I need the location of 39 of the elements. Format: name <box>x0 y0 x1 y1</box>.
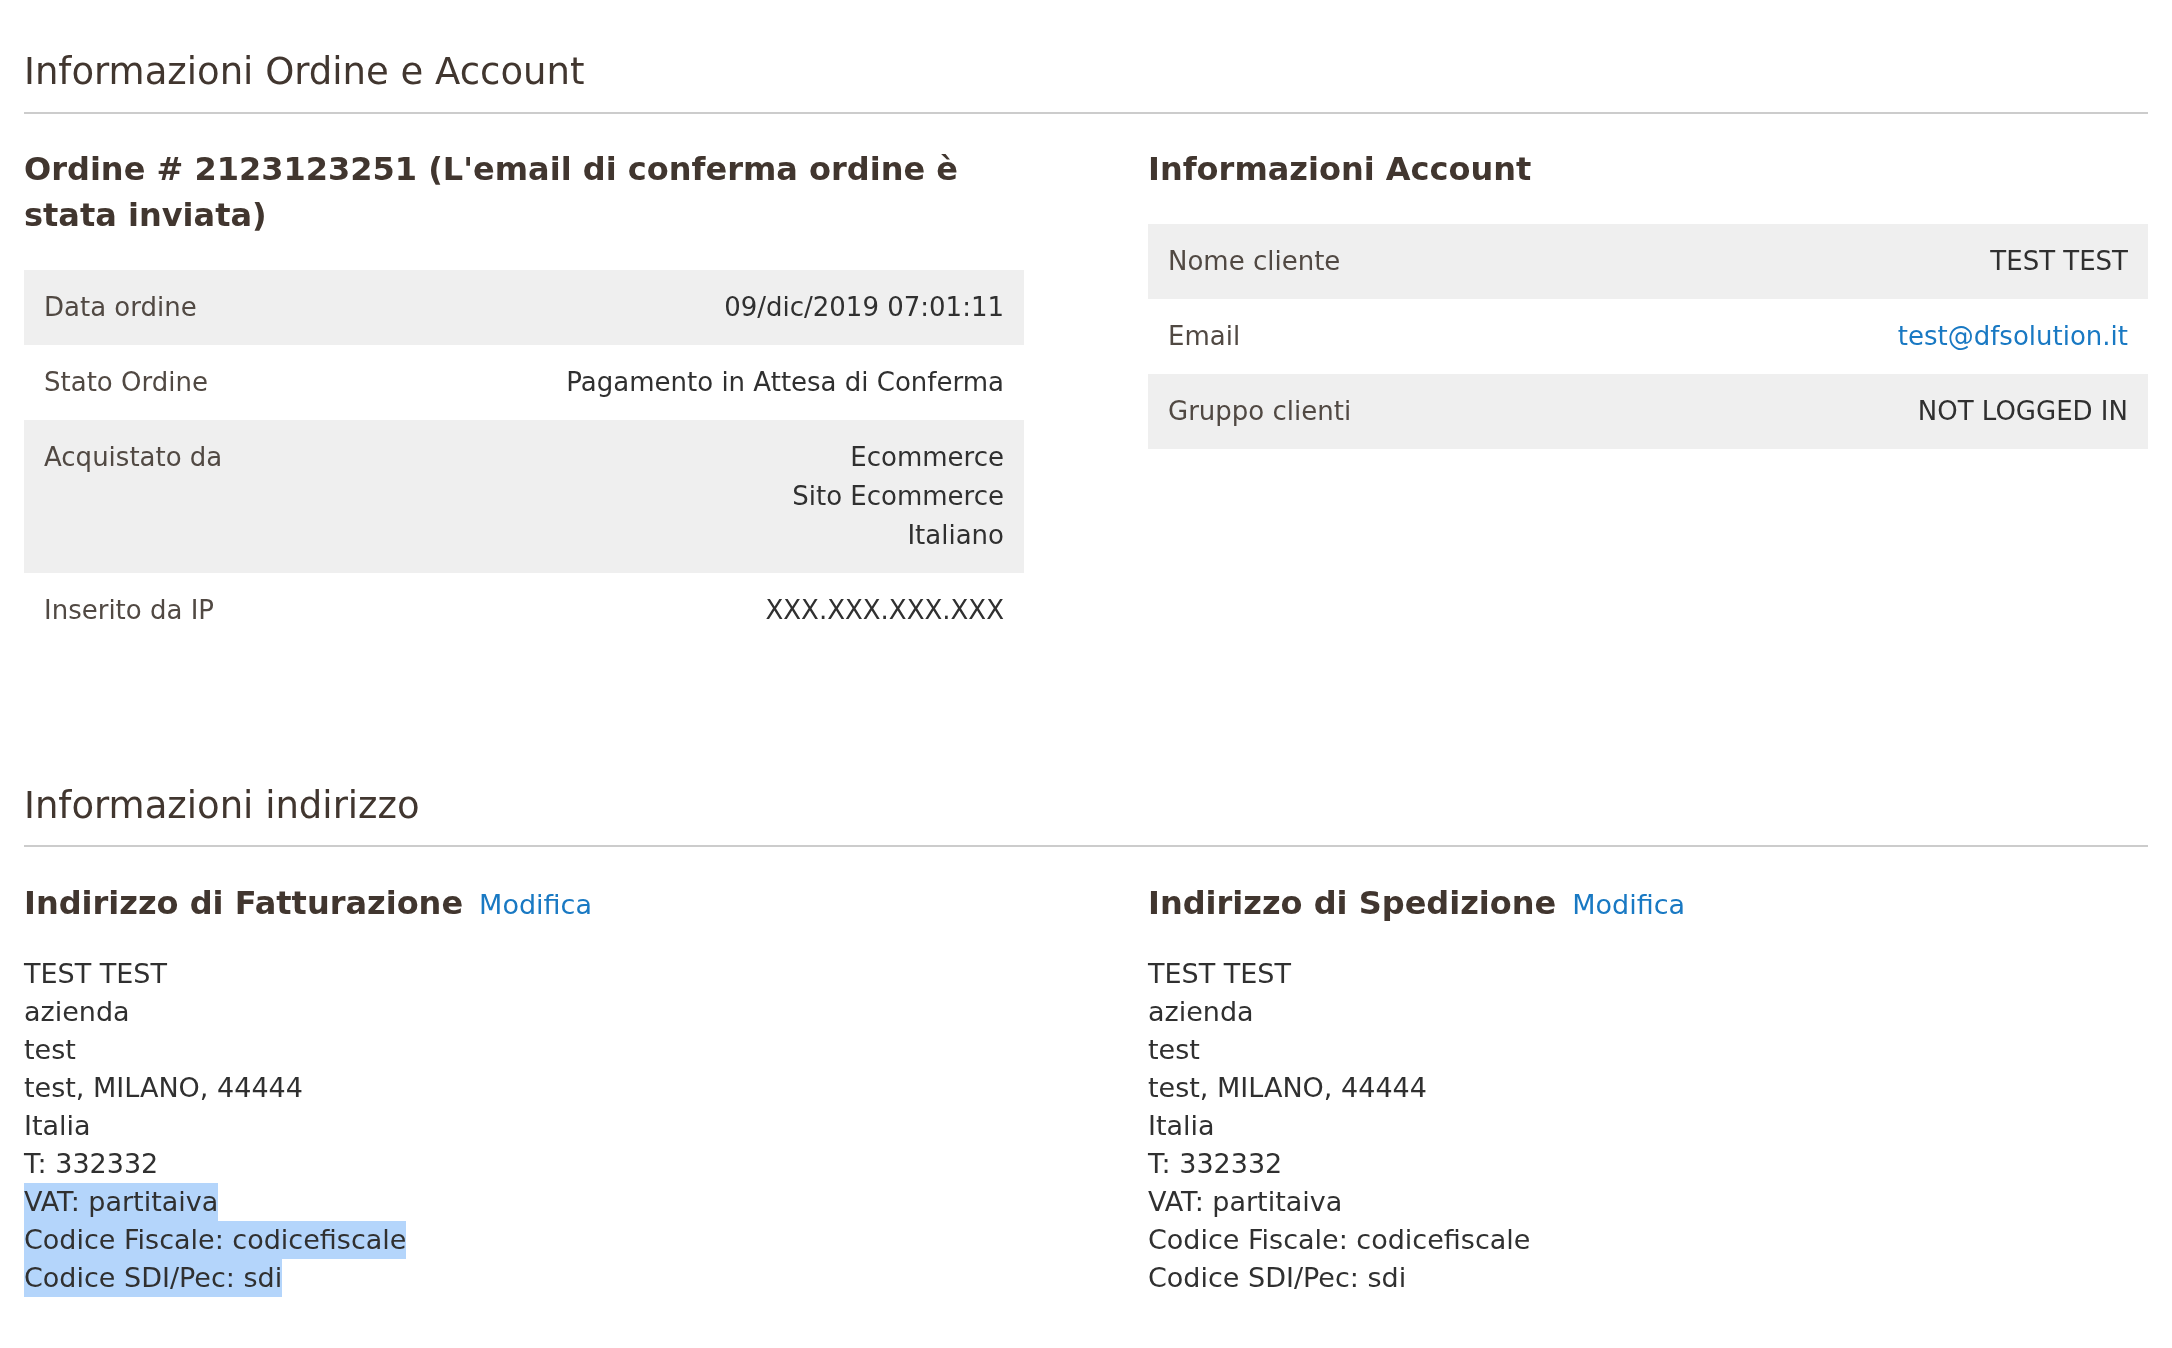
address-line: T: 332332 <box>24 1147 159 1181</box>
address-line: TEST TEST <box>24 957 167 991</box>
section-title: Informazioni indirizzo <box>24 777 2148 847</box>
row-value: TEST TEST <box>1990 244 2128 278</box>
row-label: Email <box>1168 319 1241 353</box>
address-line: Codice Fiscale: codicefiscale <box>1148 1223 1531 1257</box>
address-line: azienda <box>24 995 130 1029</box>
email-link[interactable]: test@dfsolution.it <box>1897 316 2128 356</box>
row-label: Acquistato da <box>44 440 223 474</box>
address-line: azienda <box>1148 995 1254 1029</box>
address-line: Codice SDI/Pec: sdi <box>1148 1261 1407 1295</box>
address-heading: Indirizzo di Fatturazione <box>24 883 464 924</box>
address-line: test <box>24 1033 76 1067</box>
address-line: Italia <box>24 1109 91 1143</box>
row-value: XXX.XXX.XXX.XXX <box>765 593 1004 627</box>
address-line: test, MILANO, 44444 <box>1148 1071 1427 1105</box>
row-value: Ecommerce <box>850 440 1004 474</box>
section-title: Informazioni Ordine e Account <box>24 44 2148 114</box>
row-value: Pagamento in Attesa di Conferma <box>566 365 1004 399</box>
row-label: Nome cliente <box>1168 244 1341 278</box>
address-line: test, MILANO, 44444 <box>24 1071 303 1105</box>
address-heading: Indirizzo di Spedizione <box>1148 883 1557 924</box>
order-heading: Ordine # 2123123251 (L'email di conferma ordine è stata inviata) <box>24 148 959 236</box>
address-line: test <box>1148 1033 1200 1067</box>
edit-link[interactable]: Modifica <box>479 885 592 926</box>
address-line: T: 332332 <box>1148 1147 1283 1181</box>
address-line: Italia <box>1148 1109 1215 1143</box>
row-value: Sito Ecommerce <box>792 479 1004 513</box>
edit-link[interactable]: Modifica <box>1572 885 1686 926</box>
row-label: Gruppo clienti <box>1168 394 1352 428</box>
address-line: TEST TEST <box>1148 957 1291 991</box>
account-heading: Informazioni Account <box>1148 148 1533 190</box>
row-value: NOT LOGGED IN <box>1917 394 2128 428</box>
row-label: Data ordine <box>44 290 197 324</box>
row-value: Italiano <box>907 518 1004 552</box>
row-label: Inserito da IP <box>44 593 214 627</box>
address-line: VAT: partitaiva <box>1148 1185 1343 1219</box>
row-value: 09/dic/2019 07:01:11 <box>724 290 1004 324</box>
row-label: Stato Ordine <box>44 365 208 399</box>
